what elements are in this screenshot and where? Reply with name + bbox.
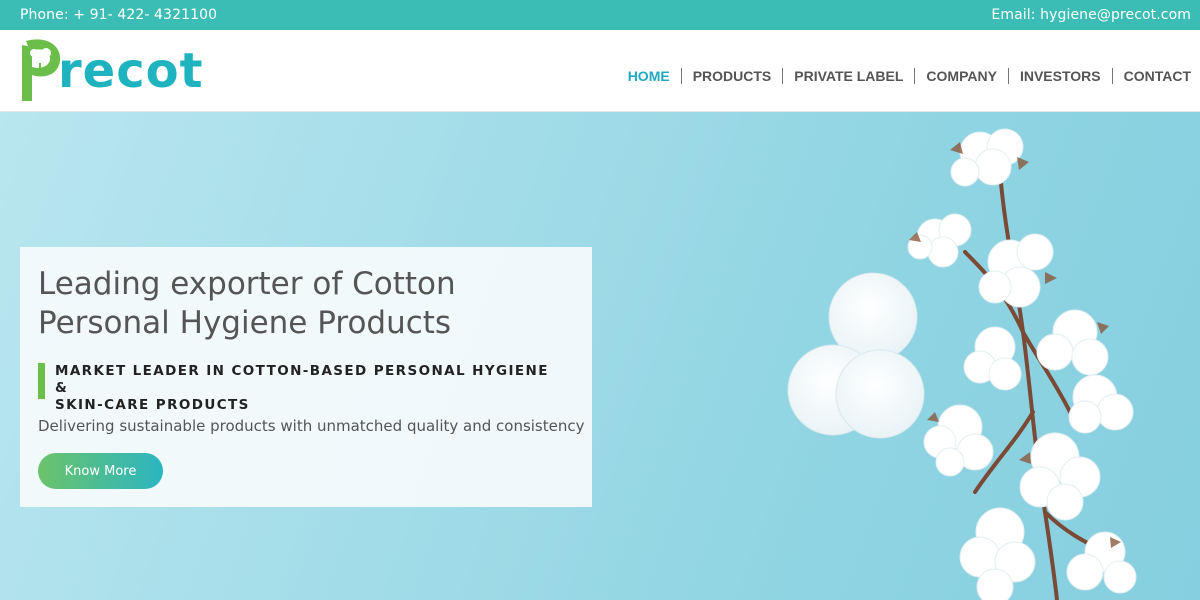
hero-subtitle-line-1: MARKET LEADER IN COTTON-BASED PERSONAL H… [55,363,549,396]
hero-title-line-1: Leading exporter of Cotton [38,266,456,302]
top-contact-bar: Phone: + 91- 422- 4321100 Email: hygiene… [0,0,1200,30]
hero-banner: Leading exporter of Cotton Personal Hygi… [0,112,1200,600]
hero-title: Leading exporter of Cotton Personal Hygi… [38,265,578,343]
nav-contact[interactable]: CONTACT [1111,68,1191,84]
precot-logo[interactable]: recot [18,37,203,105]
nav-products[interactable]: PRODUCTS [680,68,783,84]
hero-subtitle-line-2: SKIN-CARE PRODUCTS [55,397,250,413]
know-more-button[interactable]: Know More [38,453,163,489]
nav-company[interactable]: COMPANY [914,68,1008,84]
hero-title-line-2: Personal Hygiene Products [38,305,452,341]
hero-subtitle: MARKET LEADER IN COTTON-BASED PERSONAL H… [38,363,558,413]
nav-home[interactable]: HOME [617,68,681,84]
nav-investors[interactable]: INVESTORS [1007,68,1112,84]
phone-number[interactable]: Phone: + 91- 422- 4321100 [20,7,217,23]
main-navigation: HOME PRODUCTS PRIVATE LABEL COMPANY INVE… [617,68,1191,84]
nav-private-label[interactable]: PRIVATE LABEL [782,68,914,84]
email-address[interactable]: Email: hygiene@precot.com [991,7,1191,23]
hero-description: Delivering sustainable products with unm… [38,417,585,435]
cotton-flowers-image [907,128,1137,600]
hero-content-card: Leading exporter of Cotton Personal Hygi… [20,247,592,507]
site-header: recot HOME PRODUCTS PRIVATE LABEL COMPAN… [0,30,1200,112]
logo-wordmark: recot [58,43,204,99]
